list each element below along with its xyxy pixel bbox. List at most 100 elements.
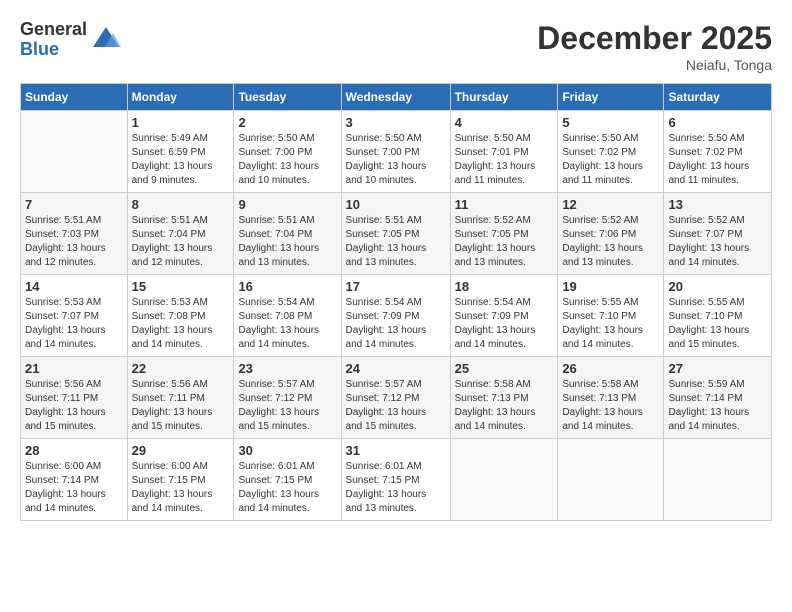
day-number: 14 [25,279,123,294]
day-info: Sunrise: 5:50 AMSunset: 7:01 PMDaylight:… [455,132,554,188]
title-block: December 2025 Neiafu, Tonga [537,20,772,73]
calendar-cell: 27 Sunrise: 5:59 AMSunset: 7:14 PMDayligh… [664,357,772,439]
day-number: 8 [132,197,230,212]
header-sunday: Sunday [21,84,128,111]
logo-general: General [20,20,87,40]
calendar-header-row: SundayMondayTuesdayWednesdayThursdayFrid… [21,84,772,111]
day-number: 24 [346,361,446,376]
day-number: 31 [346,443,446,458]
day-info: Sunrise: 5:51 AMSunset: 7:05 PMDaylight:… [346,214,446,270]
calendar-cell: 19Sunrise: 5:55 AMSunset: 7:10 PMDayligh… [558,275,664,357]
day-info: Sunrise: 5:57 AMSunset: 7:12 PMDaylight:… [346,378,446,434]
day-info: Sunrise: 5:52 AMSunset: 7:05 PMDaylight:… [455,214,554,270]
day-number: 23 [238,361,336,376]
page-header: General Blue December 2025 Neiafu, Tonga [20,20,772,73]
calendar-cell: 2Sunrise: 5:50 AMSunset: 7:00 PMDaylight… [234,111,341,193]
day-info: Sunrise: 5:50 AMSunset: 7:02 PMDaylight:… [562,132,659,188]
day-info: Sunrise: 6:00 AMSunset: 7:14 PMDaylight:… [25,460,123,516]
day-number: 17 [346,279,446,294]
day-number: 27 [668,361,767,376]
month-title: December 2025 [537,20,772,57]
header-friday: Friday [558,84,664,111]
day-info: Sunrise: 5:50 AMSunset: 7:02 PMDaylight:… [668,132,767,188]
calendar-cell: 23 Sunrise: 5:57 AMSunset: 7:12 PMDayligh… [234,357,341,439]
day-number: 22 [132,361,230,376]
week-row-3: 14 Sunrise: 5:53 AMSunset: 7:07 PMDayligh… [21,275,772,357]
header-monday: Monday [127,84,234,111]
calendar-cell: 6 Sunrise: 5:50 AMSunset: 7:02 PMDaylight… [664,111,772,193]
logo-blue: Blue [20,40,87,60]
day-number: 20 [668,279,767,294]
calendar-cell: 9Sunrise: 5:51 AMSunset: 7:04 PMDaylight… [234,193,341,275]
day-info: Sunrise: 5:53 AMSunset: 7:08 PMDaylight:… [132,296,230,352]
header-saturday: Saturday [664,84,772,111]
day-info: Sunrise: 5:49 AMSunset: 6:59 PMDaylight:… [132,132,230,188]
location: Neiafu, Tonga [537,57,772,73]
day-info: Sunrise: 5:54 AMSunset: 7:09 PMDaylight:… [455,296,554,352]
calendar-cell: 14 Sunrise: 5:53 AMSunset: 7:07 PMDayligh… [21,275,128,357]
calendar-cell: 3Sunrise: 5:50 AMSunset: 7:00 PMDaylight… [341,111,450,193]
day-number: 28 [25,443,123,458]
day-info: Sunrise: 5:52 AMSunset: 7:06 PMDaylight:… [562,214,659,270]
day-info: Sunrise: 5:57 AMSunset: 7:12 PMDaylight:… [238,378,336,434]
calendar-cell [664,439,772,521]
day-number: 19 [562,279,659,294]
day-info: Sunrise: 5:56 AMSunset: 7:11 PMDaylight:… [25,378,123,434]
week-row-4: 21 Sunrise: 5:56 AMSunset: 7:11 PMDayligh… [21,357,772,439]
calendar-cell: 30Sunrise: 6:01 AMSunset: 7:15 PMDayligh… [234,439,341,521]
calendar-cell [558,439,664,521]
day-number: 5 [562,115,659,130]
calendar-cell: 12 Sunrise: 5:52 AMSunset: 7:06 PMDayligh… [558,193,664,275]
day-number: 1 [132,115,230,130]
calendar-table: SundayMondayTuesdayWednesdayThursdayFrid… [20,83,772,521]
logo: General Blue [20,20,121,60]
day-number: 21 [25,361,123,376]
calendar-cell: 24 Sunrise: 5:57 AMSunset: 7:12 PMDayligh… [341,357,450,439]
calendar-cell: 13 Sunrise: 5:52 AMSunset: 7:07 PMDayligh… [664,193,772,275]
day-number: 16 [238,279,336,294]
day-info: Sunrise: 5:56 AMSunset: 7:11 PMDaylight:… [132,378,230,434]
day-info: Sunrise: 5:51 AMSunset: 7:03 PMDaylight:… [25,214,123,270]
day-number: 15 [132,279,230,294]
day-info: Sunrise: 5:58 AMSunset: 7:13 PMDaylight:… [562,378,659,434]
day-info: Sunrise: 5:53 AMSunset: 7:07 PMDaylight:… [25,296,123,352]
calendar-cell: 25Sunrise: 5:58 AMSunset: 7:13 PMDayligh… [450,357,558,439]
day-number: 29 [132,443,230,458]
week-row-5: 28 Sunrise: 6:00 AMSunset: 7:14 PMDayligh… [21,439,772,521]
day-number: 13 [668,197,767,212]
calendar-cell: 29 Sunrise: 6:00 AMSunset: 7:15 PMDayligh… [127,439,234,521]
calendar-cell: 15 Sunrise: 5:53 AMSunset: 7:08 PMDayligh… [127,275,234,357]
calendar-cell: 1 Sunrise: 5:49 AMSunset: 6:59 PMDaylight… [127,111,234,193]
day-info: Sunrise: 5:52 AMSunset: 7:07 PMDaylight:… [668,214,767,270]
calendar-cell: 8 Sunrise: 5:51 AMSunset: 7:04 PMDaylight… [127,193,234,275]
day-number: 10 [346,197,446,212]
day-info: Sunrise: 5:59 AMSunset: 7:14 PMDaylight:… [668,378,767,434]
day-info: Sunrise: 6:01 AMSunset: 7:15 PMDaylight:… [238,460,336,516]
day-info: Sunrise: 5:54 AMSunset: 7:09 PMDaylight:… [346,296,446,352]
day-number: 26 [562,361,659,376]
header-wednesday: Wednesday [341,84,450,111]
calendar-cell: 31 Sunrise: 6:01 AMSunset: 7:15 PMDayligh… [341,439,450,521]
day-number: 4 [455,115,554,130]
day-number: 25 [455,361,554,376]
day-info: Sunrise: 5:51 AMSunset: 7:04 PMDaylight:… [132,214,230,270]
header-tuesday: Tuesday [234,84,341,111]
calendar-cell [450,439,558,521]
day-number: 18 [455,279,554,294]
calendar-cell: 4 Sunrise: 5:50 AMSunset: 7:01 PMDaylight… [450,111,558,193]
calendar-cell: 17 Sunrise: 5:54 AMSunset: 7:09 PMDayligh… [341,275,450,357]
day-info: Sunrise: 5:50 AMSunset: 7:00 PMDaylight:… [238,132,336,188]
day-info: Sunrise: 6:00 AMSunset: 7:15 PMDaylight:… [132,460,230,516]
day-number: 6 [668,115,767,130]
day-info: Sunrise: 5:54 AMSunset: 7:08 PMDaylight:… [238,296,336,352]
day-number: 12 [562,197,659,212]
header-thursday: Thursday [450,84,558,111]
calendar-cell [21,111,128,193]
week-row-1: 1 Sunrise: 5:49 AMSunset: 6:59 PMDaylight… [21,111,772,193]
day-number: 7 [25,197,123,212]
day-info: Sunrise: 6:01 AMSunset: 7:15 PMDaylight:… [346,460,446,516]
day-info: Sunrise: 5:50 AMSunset: 7:00 PMDaylight:… [346,132,446,188]
week-row-2: 7 Sunrise: 5:51 AMSunset: 7:03 PMDaylight… [21,193,772,275]
calendar-cell: 20Sunrise: 5:55 AMSunset: 7:10 PMDayligh… [664,275,772,357]
day-number: 11 [455,197,554,212]
